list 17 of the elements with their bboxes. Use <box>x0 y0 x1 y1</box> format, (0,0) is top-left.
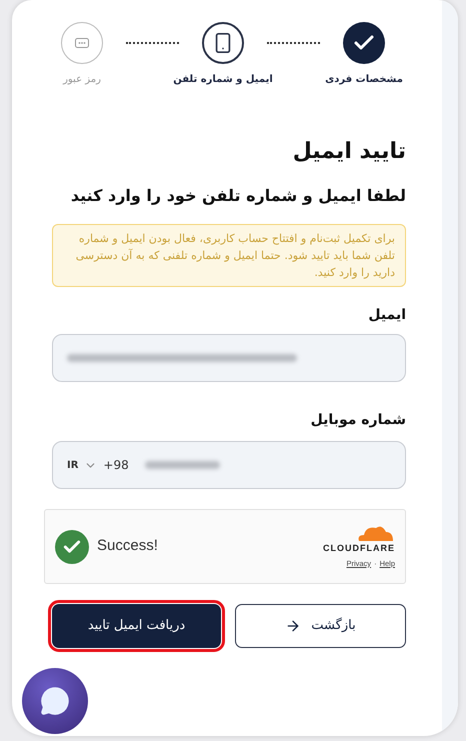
email-label: ایمیل <box>367 306 406 325</box>
chat-bubble-icon <box>40 686 70 716</box>
step-label: رمز عبور <box>63 73 101 87</box>
email-field[interactable] <box>52 334 406 382</box>
captcha-status: Success! <box>97 536 158 556</box>
phone-label: شماره موبایل <box>310 411 406 430</box>
confirm-email-button[interactable]: دریافت ایمیل تایید <box>52 604 221 648</box>
step-label: ایمیل و شماره تلفن <box>173 73 273 87</box>
back-button[interactable]: بازگشت <box>235 604 406 648</box>
dial-code: +98 <box>103 457 129 474</box>
subtitle: لطفا ایمیل و شماره تلفن خود را وارد کنید <box>70 185 406 207</box>
page-title: تایید ایمیل <box>292 138 406 166</box>
info-alert: برای تکمیل ثبت‌نام و افتتاح حساب کاربری، فعال بودن ایمیل و شماره تلفن شما باید تایید شود. حتما ایمیل و شماره تلفنی که به آن دسترسی دارید را وارد کنید. <box>52 224 406 287</box>
phone-field[interactable]: IR +98 <box>52 441 406 489</box>
country-code: IR <box>67 458 78 472</box>
step-label: مشخصات فردی <box>325 73 403 87</box>
brand-name: CLOUDFLARE <box>323 542 395 556</box>
